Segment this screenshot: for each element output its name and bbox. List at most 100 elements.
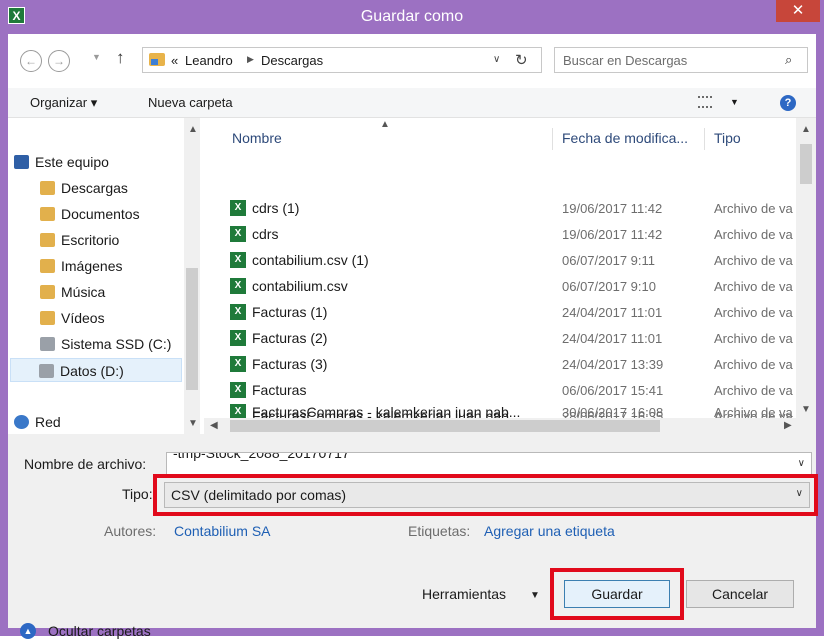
file-name[interactable]: Facturas (3) bbox=[252, 356, 327, 372]
file-type: Archivo de va bbox=[714, 253, 793, 268]
new-folder-button[interactable]: Nueva carpeta bbox=[148, 95, 233, 110]
chevron-down-icon[interactable]: ∨ bbox=[493, 54, 500, 65]
excel-file-icon: X bbox=[230, 404, 246, 418]
file-name[interactable]: contabilium.csv (1) bbox=[252, 252, 369, 268]
chevron-down-icon[interactable]: ∨ bbox=[798, 458, 805, 469]
organize-button[interactable]: Organizar ▾ bbox=[30, 95, 97, 111]
excel-file-icon: X bbox=[230, 382, 246, 398]
sidebar-item-label: Sistema SSD (C:) bbox=[61, 336, 172, 352]
hide-folders-button[interactable]: Ocultar carpetas bbox=[48, 623, 151, 639]
file-date: 24/04/2017 11:01 bbox=[562, 305, 663, 320]
refresh-icon[interactable]: ↻ bbox=[515, 51, 528, 69]
authors-label: Autores: bbox=[104, 523, 157, 539]
sidebar-item-datos[interactable]: Datos (D:) bbox=[10, 358, 182, 382]
table-row[interactable]: X FacturasCompras - kalemkerian juan pab… bbox=[204, 402, 796, 418]
breadcrumb-descargas[interactable]: Descargas bbox=[261, 53, 323, 68]
sidebar-item-descargas[interactable]: Descargas bbox=[40, 176, 128, 200]
tools-chevron-down-icon[interactable]: ▼ bbox=[530, 590, 540, 601]
sidebar-item-red[interactable]: Red bbox=[14, 410, 61, 434]
address-bar[interactable]: « Leandro ▶ Descargas ∨ ↻ bbox=[142, 47, 542, 73]
up-icon[interactable]: ↑ bbox=[116, 48, 125, 68]
column-header-date[interactable]: Fecha de modifica... bbox=[562, 130, 688, 146]
column-divider[interactable] bbox=[552, 128, 553, 150]
file-date: 06/07/2017 9:11 bbox=[562, 253, 656, 268]
file-name[interactable]: contabilium.csv bbox=[252, 278, 348, 294]
scroll-up-icon[interactable]: ▲ bbox=[801, 124, 811, 135]
excel-file-icon: X bbox=[230, 304, 246, 320]
file-type: Archivo de va bbox=[714, 305, 793, 320]
scroll-left-icon[interactable]: ◀ bbox=[210, 420, 218, 431]
title-bar[interactable]: X Guardar como ✕ bbox=[0, 0, 824, 34]
sidebar-item-label: Escritorio bbox=[61, 232, 120, 248]
file-list-horizontal-scrollbar[interactable]: ◀ ▶ bbox=[204, 418, 816, 434]
search-icon[interactable]: ⌕ bbox=[785, 52, 792, 68]
back-icon[interactable]: ← bbox=[20, 50, 42, 72]
column-divider[interactable] bbox=[704, 128, 705, 150]
file-type: Archivo de va bbox=[714, 383, 793, 398]
file-date: 30/06/2017 16:08 bbox=[562, 405, 664, 418]
search-input[interactable]: Buscar en Descargas ⌕ bbox=[554, 47, 808, 73]
file-name[interactable]: cdrs (1) bbox=[252, 200, 299, 216]
sidebar-item-videos[interactable]: Vídeos bbox=[40, 306, 105, 330]
cancel-button[interactable]: Cancelar bbox=[686, 580, 794, 608]
scroll-down-icon[interactable]: ▼ bbox=[801, 404, 811, 415]
column-header-name[interactable]: Nombre bbox=[232, 130, 282, 146]
help-icon[interactable]: ? bbox=[780, 95, 796, 111]
file-name[interactable]: cdrs bbox=[252, 226, 278, 242]
excel-file-icon: X bbox=[230, 252, 246, 268]
file-list-vertical-scrollbar[interactable]: ▲ ▼ bbox=[796, 118, 816, 418]
excel-file-icon: X bbox=[230, 226, 246, 242]
view-chevron-down-icon[interactable]: ▼ bbox=[730, 97, 739, 107]
sidebar-item-sistema-ssd[interactable]: Sistema SSD (C:) bbox=[40, 332, 171, 356]
tags-link[interactable]: Agregar una etiqueta bbox=[484, 523, 615, 539]
file-name[interactable]: FacturasCompras - kalemkerian juan pab..… bbox=[252, 404, 520, 418]
sidebar-item-label: Documentos bbox=[61, 206, 140, 222]
view-icon[interactable] bbox=[698, 96, 712, 108]
file-date: 06/07/2017 9:10 bbox=[562, 279, 656, 294]
file-type: Archivo de va bbox=[714, 227, 793, 242]
filename-field[interactable]: -tmp-Stock_2088_20170717 ∨ bbox=[166, 452, 812, 476]
scroll-right-icon[interactable]: ▶ bbox=[784, 420, 792, 431]
collapse-icon[interactable]: ▲ bbox=[20, 623, 36, 639]
scroll-up-icon[interactable]: ▲ bbox=[188, 124, 198, 135]
sidebar-item-imagenes[interactable]: Imágenes bbox=[40, 254, 122, 278]
breadcrumb-prefix[interactable]: « bbox=[171, 53, 178, 68]
tools-button[interactable]: Herramientas bbox=[422, 586, 506, 602]
save-as-dialog: X Guardar como ✕ ← → ▼ ↑ « Leandro ▶ Des… bbox=[0, 0, 824, 639]
chevron-right-icon[interactable]: ▶ bbox=[247, 54, 254, 65]
file-type: Archivo de va bbox=[714, 357, 793, 372]
sidebar-item-este-equipo[interactable]: Este equipo bbox=[14, 150, 109, 174]
tags-label: Etiquetas: bbox=[408, 523, 471, 539]
save-highlight-box bbox=[550, 568, 684, 620]
file-date: 24/04/2017 11:01 bbox=[562, 331, 663, 346]
file-list-scroll-thumb[interactable] bbox=[800, 144, 812, 184]
sidebar-item-label: Red bbox=[35, 414, 61, 430]
forward-icon[interactable]: → bbox=[48, 50, 70, 72]
file-name[interactable]: Facturas bbox=[252, 382, 306, 398]
type-label: Tipo: bbox=[122, 486, 153, 502]
documents-folder-icon bbox=[40, 207, 55, 221]
file-type: Archivo de va bbox=[714, 405, 793, 418]
sidebar-item-musica[interactable]: Música bbox=[40, 280, 105, 304]
file-date: 24/04/2017 13:39 bbox=[562, 357, 664, 372]
videos-folder-icon bbox=[40, 311, 55, 325]
filename-label: Nombre de archivo: bbox=[24, 456, 147, 472]
column-header-type[interactable]: Tipo bbox=[714, 130, 741, 146]
horizontal-scroll-thumb[interactable] bbox=[230, 420, 660, 432]
file-list: Nombre ▲ Fecha de modifica... Tipo X cdr… bbox=[204, 118, 816, 434]
excel-file-icon: X bbox=[230, 200, 246, 216]
sidebar-item-escritorio[interactable]: Escritorio bbox=[40, 228, 119, 252]
command-toolbar: Organizar ▾ Nueva carpeta ▼ ? bbox=[8, 88, 816, 118]
authors-value[interactable]: Contabilium SA bbox=[174, 523, 271, 539]
breadcrumb-leandro[interactable]: Leandro bbox=[185, 53, 233, 68]
scroll-down-icon[interactable]: ▼ bbox=[188, 418, 198, 429]
sidebar-item-documentos[interactable]: Documentos bbox=[40, 202, 140, 226]
file-date: 19/06/2017 11:42 bbox=[562, 201, 663, 216]
sidebar-item-label: Datos (D:) bbox=[60, 363, 124, 379]
file-name[interactable]: Facturas (2) bbox=[252, 330, 327, 346]
sidebar-scrollbar[interactable]: ▲ ▼ bbox=[184, 118, 200, 434]
sidebar-scroll-thumb[interactable] bbox=[186, 268, 198, 390]
close-button[interactable]: ✕ bbox=[776, 0, 820, 22]
recent-locations-chevron-icon[interactable]: ▼ bbox=[92, 52, 101, 62]
file-name[interactable]: Facturas (1) bbox=[252, 304, 327, 320]
